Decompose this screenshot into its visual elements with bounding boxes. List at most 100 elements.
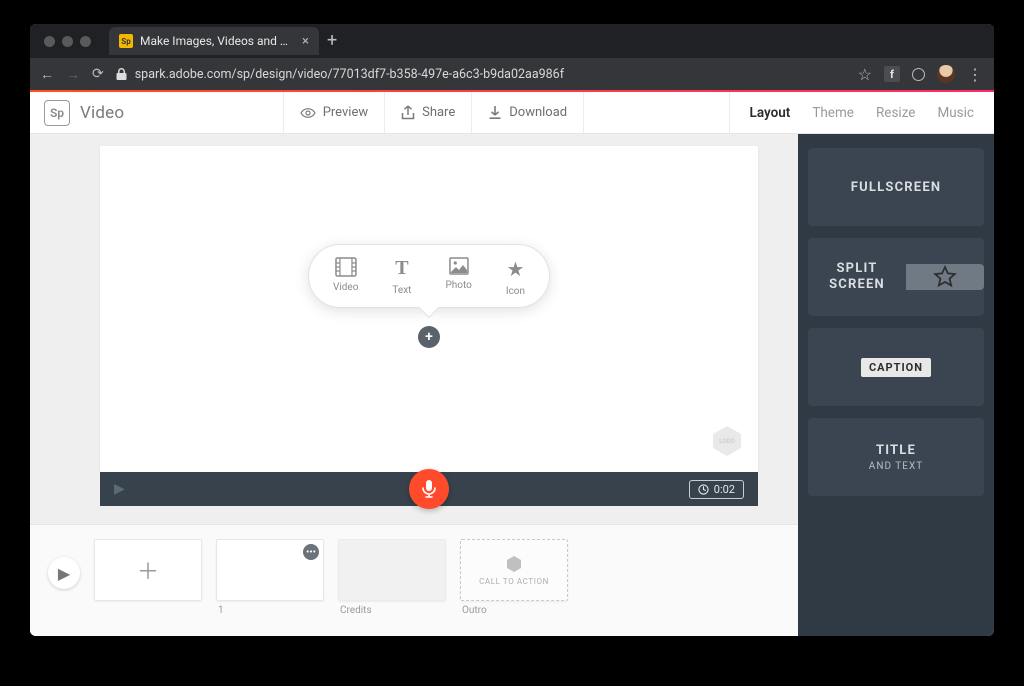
share-icon bbox=[401, 105, 415, 120]
hexagon-icon bbox=[505, 555, 523, 573]
share-label: Share bbox=[422, 105, 455, 120]
cta-label: CALL TO ACTION bbox=[479, 577, 549, 586]
slide-index-1: 1 bbox=[216, 605, 324, 616]
brand-badge: Sp bbox=[44, 100, 70, 126]
chrome-menu-icon[interactable]: ⋮ bbox=[967, 65, 984, 84]
profile-avatar[interactable] bbox=[937, 65, 955, 83]
brand: Sp Video bbox=[30, 100, 138, 126]
layout-title-label: TITLE bbox=[876, 443, 916, 458]
slide-thumb-1[interactable]: ••• bbox=[216, 539, 324, 601]
omnibox-icons: ☆ f ⋮ bbox=[858, 65, 984, 84]
minimize-icon[interactable] bbox=[62, 36, 73, 47]
eye-icon bbox=[300, 105, 316, 121]
back-button[interactable]: ← bbox=[40, 66, 54, 83]
layout-title-sub: AND TEXT bbox=[869, 461, 923, 472]
app-root: Sp Video Preview Share Download bbox=[30, 90, 994, 636]
play-all-button[interactable]: ▶ bbox=[48, 557, 80, 589]
record-button[interactable] bbox=[409, 469, 449, 509]
add-element-button[interactable]: + bbox=[418, 326, 440, 348]
playback-bar: ▶ 0:02 bbox=[100, 472, 758, 506]
insert-photo-button[interactable]: Photo bbox=[445, 257, 471, 297]
reload-button[interactable]: ⟳ bbox=[92, 66, 104, 82]
layout-split-label-2: SCREEN bbox=[829, 277, 885, 293]
duration-chip[interactable]: 0:02 bbox=[689, 480, 744, 499]
url-text: spark.adobe.com/sp/design/video/77013df7… bbox=[135, 67, 564, 82]
layout-fullscreen[interactable]: FULLSCREEN bbox=[808, 148, 984, 226]
slide-canvas[interactable]: Video T Text Photo ★ bbox=[100, 146, 758, 472]
insert-popover: Video T Text Photo ★ bbox=[308, 244, 550, 308]
browser-chrome: Sp Make Images, Videos and Web… × + ← → … bbox=[30, 24, 994, 90]
canvas-wrap: Video T Text Photo ★ bbox=[100, 146, 758, 506]
url-field[interactable]: spark.adobe.com/sp/design/video/77013df7… bbox=[116, 67, 846, 82]
svg-text:LOGO: LOGO bbox=[719, 438, 734, 445]
layout-split-label-1: SPLIT bbox=[836, 261, 877, 277]
close-icon[interactable] bbox=[44, 36, 55, 47]
slide-menu-button[interactable]: ••• bbox=[303, 544, 319, 560]
logo-placeholder[interactable]: LOGO bbox=[710, 424, 744, 458]
extension-icon[interactable] bbox=[912, 68, 925, 81]
brand-name: Video bbox=[80, 103, 124, 123]
outro-thumb[interactable]: CALL TO ACTION bbox=[460, 539, 568, 601]
insert-icon-button[interactable]: ★ Icon bbox=[506, 257, 525, 297]
browser-tab[interactable]: Sp Make Images, Videos and Web… × bbox=[109, 27, 319, 55]
tab-resize[interactable]: Resize bbox=[876, 105, 915, 121]
editor-pane: Video T Text Photo ★ bbox=[30, 134, 798, 636]
tab-close-icon[interactable]: × bbox=[302, 34, 309, 49]
favicon-icon: Sp bbox=[119, 34, 133, 48]
insert-photo-label: Photo bbox=[445, 280, 471, 291]
add-slide-button[interactable]: ＋ bbox=[94, 539, 202, 601]
slide-1: ••• 1 bbox=[216, 539, 324, 616]
clock-icon bbox=[698, 484, 709, 495]
layout-splitscreen[interactable]: SPLIT SCREEN bbox=[808, 238, 984, 316]
timeline-tray: ▶ ＋ ••• 1 Credits bbox=[30, 524, 798, 636]
app-body: Video T Text Photo ★ bbox=[30, 134, 994, 636]
tab-bar: Sp Make Images, Videos and Web… × + bbox=[30, 24, 994, 58]
insert-video-label: Video bbox=[333, 282, 358, 293]
text-icon: T bbox=[395, 257, 408, 280]
duration-text: 0:02 bbox=[714, 483, 735, 496]
layout-split-preview bbox=[906, 264, 984, 290]
tab-music[interactable]: Music bbox=[937, 105, 974, 121]
credits-slot: Credits bbox=[338, 539, 446, 616]
tab-layout[interactable]: Layout bbox=[750, 105, 791, 121]
bookmark-star-icon[interactable]: ☆ bbox=[858, 65, 872, 84]
insert-text-button[interactable]: T Text bbox=[392, 257, 411, 297]
star-icon: ★ bbox=[506, 257, 524, 281]
toolbar-right: Layout Theme Resize Music bbox=[729, 92, 994, 133]
share-button[interactable]: Share bbox=[384, 92, 471, 133]
credits-thumb[interactable] bbox=[338, 539, 446, 601]
layout-caption-label: CAPTION bbox=[861, 358, 931, 377]
lock-icon bbox=[116, 68, 127, 80]
outro-slot: CALL TO ACTION Outro bbox=[460, 539, 568, 616]
tab-theme[interactable]: Theme bbox=[812, 105, 854, 121]
outro-label: Outro bbox=[460, 605, 568, 616]
star-outline-icon bbox=[932, 264, 958, 290]
video-icon bbox=[335, 257, 357, 277]
browser-window: Sp Make Images, Videos and Web… × + ← → … bbox=[30, 24, 994, 636]
forward-button[interactable]: → bbox=[66, 66, 80, 83]
play-slide-button[interactable]: ▶ bbox=[114, 481, 125, 497]
layout-rail: FULLSCREEN SPLIT SCREEN CAPTION TITLE bbox=[798, 134, 994, 636]
toolbar-center: Preview Share Download bbox=[283, 92, 584, 133]
download-icon bbox=[488, 105, 502, 120]
preview-button[interactable]: Preview bbox=[283, 92, 384, 133]
insert-icon-label: Icon bbox=[506, 286, 525, 297]
layout-title[interactable]: TITLE AND TEXT bbox=[808, 418, 984, 496]
app-topbar: Sp Video Preview Share Download bbox=[30, 92, 994, 134]
window-controls[interactable] bbox=[44, 36, 91, 47]
address-bar: ← → ⟳ spark.adobe.com/sp/design/video/77… bbox=[30, 58, 994, 90]
tab-title: Make Images, Videos and Web… bbox=[140, 34, 295, 48]
facebook-ext-icon[interactable]: f bbox=[884, 66, 900, 82]
layout-fullscreen-label: FULLSCREEN bbox=[851, 180, 941, 195]
insert-video-button[interactable]: Video bbox=[333, 257, 358, 297]
preview-label: Preview bbox=[323, 105, 368, 120]
credits-label: Credits bbox=[338, 605, 446, 616]
layout-caption[interactable]: CAPTION bbox=[808, 328, 984, 406]
download-button[interactable]: Download bbox=[471, 92, 584, 133]
microphone-icon bbox=[422, 480, 436, 498]
photo-icon bbox=[449, 257, 469, 275]
insert-text-label: Text bbox=[392, 285, 411, 296]
new-tab-button[interactable]: + bbox=[327, 32, 337, 50]
zoom-icon[interactable] bbox=[80, 36, 91, 47]
download-label: Download bbox=[509, 105, 567, 120]
